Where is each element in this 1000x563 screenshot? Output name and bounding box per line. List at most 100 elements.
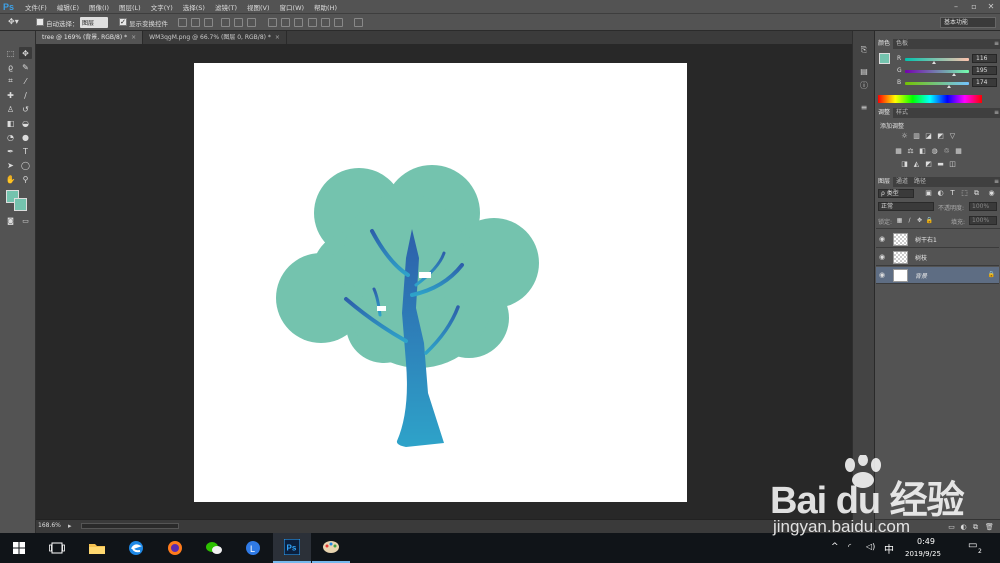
- blue-slider[interactable]: B 174: [897, 78, 999, 89]
- lock-pixels-icon[interactable]: ∕: [905, 217, 914, 225]
- menu-select[interactable]: 选择(S): [178, 2, 210, 12]
- visibility-eye-icon[interactable]: ◉: [879, 271, 885, 279]
- distribute-left-icon[interactable]: [308, 18, 317, 27]
- paint-bucket-tool-icon[interactable]: ◒: [19, 117, 32, 129]
- red-track[interactable]: [905, 58, 969, 61]
- quick-mask-icon[interactable]: ◙: [4, 215, 17, 227]
- lock-position-icon[interactable]: ✥: [915, 217, 924, 225]
- info-panel-icon[interactable]: ⓘ: [858, 81, 870, 91]
- gradient-map-icon[interactable]: ▬: [936, 160, 945, 168]
- auto-select-checkbox[interactable]: [36, 18, 44, 26]
- invert-icon[interactable]: ◨: [900, 160, 909, 168]
- filter-shape-icon[interactable]: ⬚: [960, 189, 969, 197]
- auto-select-dropdown[interactable]: 图层: [80, 17, 108, 28]
- tab-layers[interactable]: 图层: [875, 177, 894, 187]
- zoom-tool-icon[interactable]: ⚲: [19, 173, 32, 185]
- marquee-tool-icon[interactable]: ⬚: [4, 47, 17, 59]
- distribute-bottom-icon[interactable]: [294, 18, 303, 27]
- filter-pixel-icon[interactable]: ▣: [924, 189, 933, 197]
- menu-file[interactable]: 文件(F): [20, 2, 52, 12]
- move-tool-icon[interactable]: ✥: [19, 47, 32, 59]
- brightness-icon[interactable]: ☼: [900, 132, 909, 140]
- layer-filter-dropdown[interactable]: ρ 类型: [878, 189, 914, 198]
- tab-paths[interactable]: 路径: [911, 177, 929, 187]
- align-vcenter-icon[interactable]: [191, 18, 200, 27]
- vibrance-icon[interactable]: ▽: [948, 132, 957, 140]
- green-slider[interactable]: G 195: [897, 66, 999, 77]
- start-button[interactable]: [0, 533, 38, 563]
- exposure-icon[interactable]: ◩: [936, 132, 945, 140]
- red-slider[interactable]: R 116: [897, 54, 999, 65]
- filter-toggle-icon[interactable]: ◉: [987, 189, 996, 197]
- layer-name[interactable]: 树干右1: [915, 235, 937, 244]
- blue-track[interactable]: [905, 82, 969, 85]
- eraser-tool-icon[interactable]: ◧: [4, 117, 17, 129]
- panel-menu-icon[interactable]: ≡: [994, 108, 999, 118]
- photo-filter-icon[interactable]: ◍: [930, 147, 939, 155]
- maximize-icon[interactable]: ▫: [966, 0, 982, 13]
- ellipse-tool-icon[interactable]: ◯: [19, 159, 32, 171]
- filter-adjustment-icon[interactable]: ◐: [936, 189, 945, 197]
- type-tool-icon[interactable]: T: [19, 145, 32, 157]
- filter-type-icon[interactable]: T: [948, 189, 957, 197]
- minimize-icon[interactable]: –: [948, 0, 964, 13]
- menu-help[interactable]: 帮助(H): [309, 2, 342, 12]
- file-explorer-button[interactable]: [78, 533, 116, 563]
- menu-filter[interactable]: 滤镜(T): [210, 2, 242, 12]
- opacity-field[interactable]: 100%: [969, 202, 997, 211]
- history-brush-tool-icon[interactable]: ↺: [19, 103, 32, 115]
- filter-smart-icon[interactable]: ⧉: [972, 189, 981, 197]
- align-left-icon[interactable]: [221, 18, 230, 27]
- panel-menu-icon[interactable]: ≡: [994, 177, 999, 187]
- distribute-hcenter-icon[interactable]: [321, 18, 330, 27]
- green-thumb[interactable]: [951, 73, 956, 76]
- tab-tree[interactable]: tree @ 169% (背景, RGB/8) * ×: [36, 31, 144, 44]
- color-lookup-icon[interactable]: ▦: [954, 147, 963, 155]
- background-color-swatch[interactable]: [14, 198, 27, 211]
- firefox-button[interactable]: [156, 533, 194, 563]
- align-bottom-icon[interactable]: [204, 18, 213, 27]
- blur-tool-icon[interactable]: ◔: [4, 131, 17, 143]
- layer-row[interactable]: ◉ 树干右1: [876, 231, 999, 248]
- healing-brush-tool-icon[interactable]: ✚: [4, 89, 17, 101]
- pen-tool-icon[interactable]: ✒: [4, 145, 17, 157]
- align-hcenter-icon[interactable]: [234, 18, 243, 27]
- panel-menu-icon[interactable]: ≡: [994, 39, 999, 49]
- menu-layer[interactable]: 图层(L): [114, 2, 146, 12]
- close-icon[interactable]: ✕: [983, 0, 999, 13]
- menu-edit[interactable]: 编辑(E): [52, 2, 84, 12]
- status-menu-icon[interactable]: ▸: [68, 522, 72, 530]
- align-right-icon[interactable]: [247, 18, 256, 27]
- layer-name[interactable]: 树枝: [915, 253, 927, 262]
- tab-swatches[interactable]: 色板: [893, 39, 911, 49]
- tab-styles[interactable]: 样式: [893, 108, 911, 118]
- blue-value[interactable]: 174: [972, 78, 997, 87]
- dodge-tool-icon[interactable]: ●: [19, 131, 32, 143]
- lock-all-icon[interactable]: 🔒: [925, 217, 934, 225]
- zoom-level[interactable]: 168.6%: [38, 522, 66, 532]
- horizontal-scrollbar[interactable]: [81, 523, 179, 529]
- clock-date[interactable]: 2019/9/25: [905, 550, 941, 558]
- brush-tool-icon[interactable]: ∕: [19, 89, 32, 101]
- close-tab-icon[interactable]: ×: [275, 34, 280, 41]
- tab-color[interactable]: 颜色: [875, 39, 894, 49]
- properties-panel-icon[interactable]: ▤: [858, 67, 870, 77]
- path-select-tool-icon[interactable]: ➤: [4, 159, 17, 171]
- menu-view[interactable]: 视图(V): [242, 2, 275, 12]
- auto-align-icon[interactable]: [354, 18, 363, 27]
- clone-stamp-tool-icon[interactable]: ♙: [4, 103, 17, 115]
- hand-tool-icon[interactable]: ✋: [4, 173, 17, 185]
- menu-image[interactable]: 图像(I): [84, 2, 114, 12]
- layer-row[interactable]: ◉ 树枝: [876, 249, 999, 266]
- wechat-button[interactable]: [195, 533, 233, 563]
- visibility-eye-icon[interactable]: ◉: [879, 253, 885, 261]
- color-balance-icon[interactable]: ⚖: [906, 147, 915, 155]
- tab-channels[interactable]: 通道: [893, 177, 911, 187]
- black-white-icon[interactable]: ◧: [918, 147, 927, 155]
- visibility-eye-icon[interactable]: ◉: [879, 235, 885, 243]
- screen-mode-icon[interactable]: ▭: [19, 215, 32, 227]
- channel-mixer-icon[interactable]: ♲: [942, 147, 951, 155]
- red-value[interactable]: 116: [972, 54, 997, 63]
- hue-saturation-icon[interactable]: ▦: [894, 147, 903, 155]
- l-app-button[interactable]: L: [234, 533, 272, 563]
